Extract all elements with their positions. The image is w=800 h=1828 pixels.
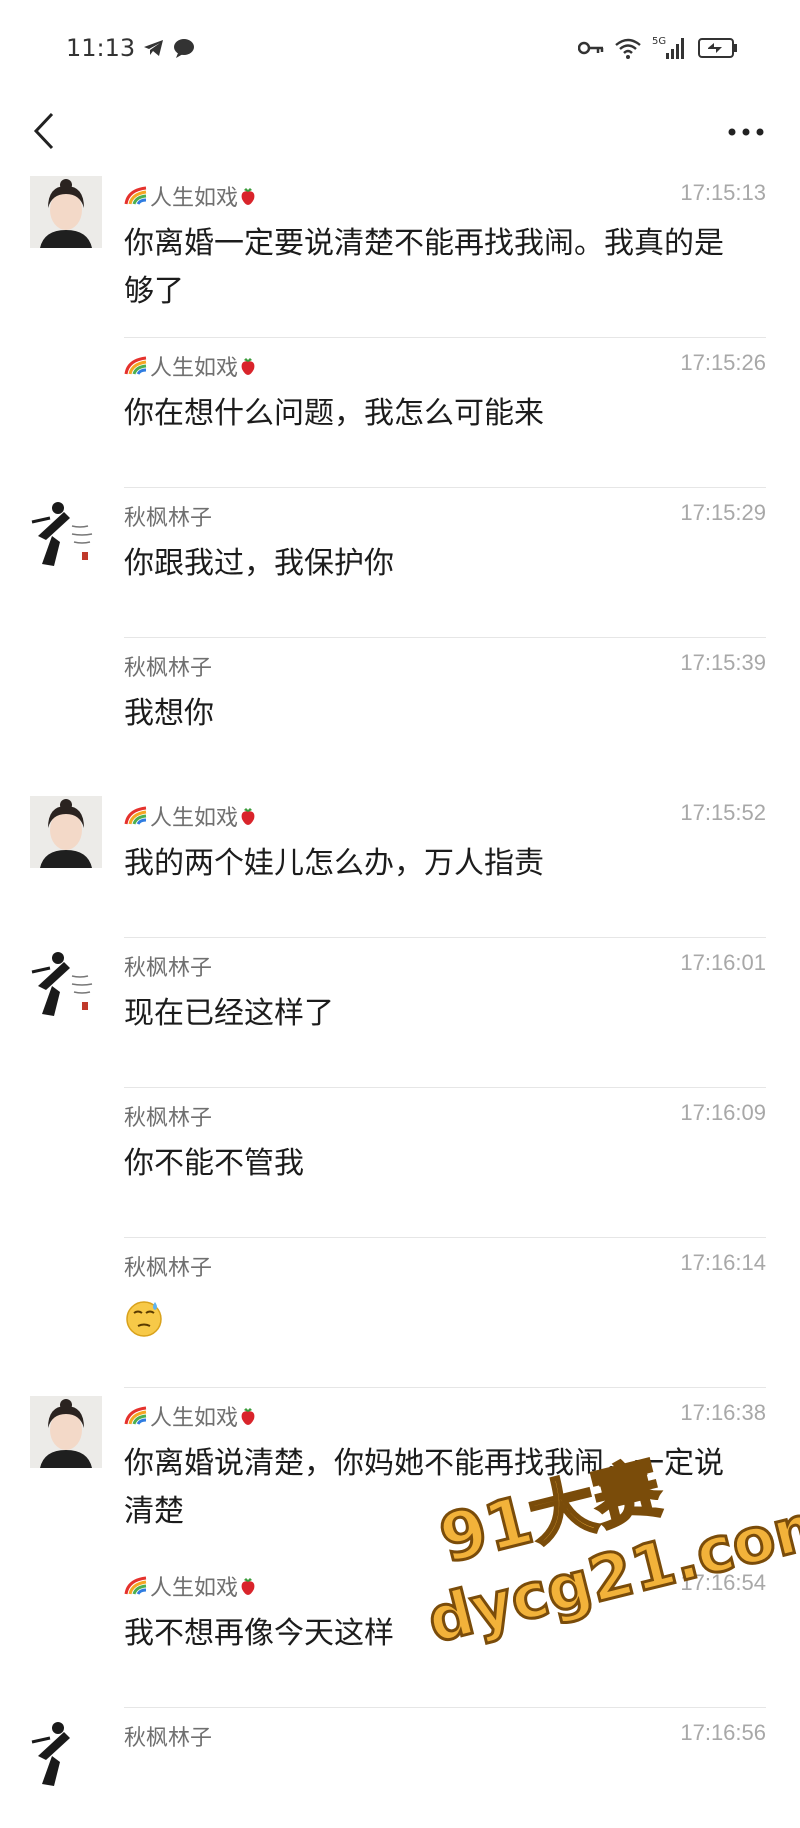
message-item[interactable]: 人生如戏 17:15:26 你在想什么问题，我怎么可能来 <box>0 338 800 488</box>
message-time: 17:16:38 <box>680 1400 766 1425</box>
battery-charging-icon <box>698 37 738 59</box>
strawberry-icon <box>238 806 258 826</box>
message-item[interactable]: 秋枫林子 17:16:56 <box>0 1708 800 1828</box>
message-time: 17:15:39 <box>680 650 766 675</box>
message-time: 17:15:13 <box>680 180 766 205</box>
rainbow-icon <box>124 806 150 826</box>
sender-name: 秋枫林子 <box>124 506 213 531</box>
message-item[interactable]: 秋枫林子 17:16:09 你不能不管我 <box>0 1088 800 1238</box>
sender-name: 秋枫林子 <box>124 956 213 981</box>
rainbow-icon <box>124 186 150 206</box>
avatar-female[interactable] <box>30 796 102 868</box>
sender-name: 人生如戏 <box>124 1570 258 1602</box>
message-text: 我的两个娃儿怎么办，万人指责 <box>124 846 544 881</box>
message-text: 你不能不管我 <box>124 1146 304 1181</box>
rainbow-icon <box>124 356 150 376</box>
avatar-male[interactable] <box>30 1716 102 1788</box>
network-label: 5G <box>652 36 666 47</box>
sender-name: 人生如戏 <box>124 350 258 382</box>
avatar-female[interactable] <box>30 176 102 248</box>
status-right: 5G <box>578 35 738 61</box>
strawberry-icon <box>238 1576 258 1596</box>
sender-name: 人生如戏 <box>124 800 258 832</box>
message-item[interactable]: 秋枫林子 17:16:14 <box>0 1238 800 1388</box>
message-text: 我想你 <box>124 696 214 731</box>
message-item[interactable]: 人生如戏 17:15:52 我的两个娃儿怎么办，万人指责 <box>0 788 800 938</box>
avatar-female[interactable] <box>30 1396 102 1468</box>
rainbow-icon <box>124 1406 150 1426</box>
message-time: 17:16:01 <box>680 950 766 975</box>
message-text: 你在想什么问题，我怎么可能来 <box>124 396 544 431</box>
rainbow-icon <box>124 1576 150 1596</box>
message-time: 17:16:54 <box>680 1570 766 1595</box>
message-text: 现在已经这样了 <box>124 996 334 1031</box>
chevron-left-icon <box>33 112 54 150</box>
sender-name: 秋枫林子 <box>124 1726 213 1751</box>
status-bar: 11:13 5G <box>0 0 800 96</box>
message-text: 你离婚一定要说清楚不能再找我闹。我真的是够了 <box>124 226 724 309</box>
signal-icon: 5G <box>652 35 688 61</box>
sender-name: 秋枫林子 <box>124 656 213 681</box>
wifi-icon <box>614 37 642 59</box>
ellipsis-icon <box>728 128 764 136</box>
nav-bar <box>0 96 800 168</box>
sender-name: 秋枫林子 <box>124 1106 213 1131</box>
message-item[interactable]: 秋枫林子 17:15:39 我想你 <box>0 638 800 788</box>
message-text: 你离婚说清楚，你妈她不能再找我闹，一定说清楚 <box>124 1446 724 1529</box>
chat-bubble-icon <box>173 38 195 58</box>
message-time: 17:15:29 <box>680 500 766 525</box>
sender-name: 秋枫林子 <box>124 1256 213 1281</box>
message-time: 17:16:56 <box>680 1720 766 1745</box>
message-item[interactable]: 人生如戏 17:16:38 你离婚说清楚，你妈她不能再找我闹，一定说清楚 <box>0 1388 800 1558</box>
strawberry-icon <box>238 186 258 206</box>
message-time: 17:16:09 <box>680 1100 766 1125</box>
avatar-male[interactable] <box>30 496 102 568</box>
strawberry-icon <box>238 356 258 376</box>
message-item[interactable]: 人生如戏 17:15:13 你离婚一定要说清楚不能再找我闹。我真的是够了 <box>0 168 800 338</box>
sweat-face-icon <box>124 1298 164 1338</box>
avatar-male[interactable] <box>30 946 102 1018</box>
more-options-button[interactable] <box>722 112 770 152</box>
message-time: 17:15:26 <box>680 350 766 375</box>
sender-name: 人生如戏 <box>124 180 258 212</box>
status-time: 11:13 <box>66 34 136 62</box>
message-item[interactable]: 秋枫林子 17:16:01 现在已经这样了 <box>0 938 800 1088</box>
message-time: 17:16:14 <box>680 1250 766 1275</box>
message-text: 我不想再像今天这样 <box>124 1616 394 1651</box>
sender-name: 人生如戏 <box>124 1400 258 1432</box>
message-item[interactable]: 秋枫林子 17:15:29 你跟我过，我保护你 <box>0 488 800 638</box>
chat-history-list[interactable]: 人生如戏 17:15:13 你离婚一定要说清楚不能再找我闹。我真的是够了 人生如… <box>0 168 800 1828</box>
message-text: 你跟我过，我保护你 <box>124 546 394 581</box>
message-time: 17:15:52 <box>680 800 766 825</box>
status-left: 11:13 <box>66 34 195 62</box>
message-item[interactable]: 人生如戏 17:16:54 我不想再像今天这样 <box>0 1558 800 1708</box>
telegram-icon <box>143 38 165 58</box>
back-button[interactable] <box>24 106 64 156</box>
key-icon <box>578 40 604 56</box>
strawberry-icon <box>238 1406 258 1426</box>
